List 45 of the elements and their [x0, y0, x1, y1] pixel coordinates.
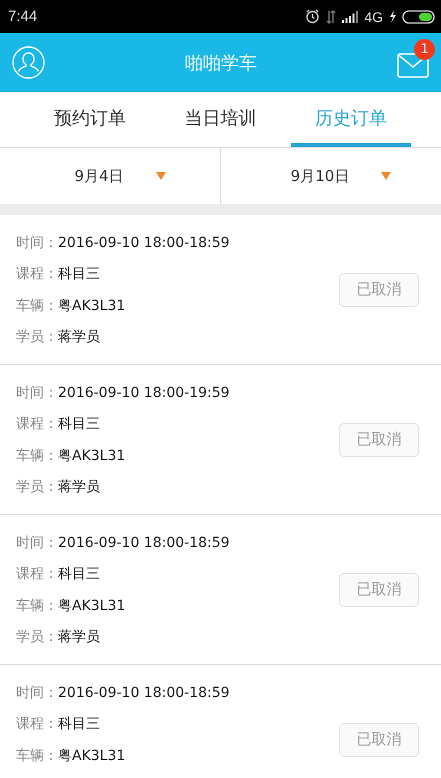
field-value: 2016-09-10 18:00-18:59	[58, 534, 230, 551]
charging-icon	[389, 10, 396, 23]
field-label: 学员：	[16, 628, 58, 646]
field-label: 学员：	[16, 478, 58, 496]
tab[interactable]: 当日培训	[160, 92, 281, 147]
field-label: 课程：	[16, 715, 58, 734]
field-label: 车辆：	[16, 446, 58, 465]
field-value: 粤AK3L31	[58, 746, 126, 765]
field-value: 2016-09-10 18:00-19:59	[58, 384, 230, 401]
data-arrows-icon	[326, 10, 336, 24]
field-value: 2016-09-10 18:00-18:59	[58, 684, 230, 701]
network-type: 4G	[364, 8, 383, 24]
mail-icon[interactable]	[397, 53, 429, 78]
dropdown-triangle-icon	[381, 172, 392, 180]
signal-icon	[342, 10, 358, 22]
battery-icon	[402, 10, 435, 24]
field-value: 粤AK3L31	[58, 446, 126, 465]
field-value: 粤AK3L31	[58, 596, 126, 615]
field-value: 粤AK3L31	[58, 296, 126, 315]
dropdown-triangle-icon	[156, 172, 166, 180]
app-title: 啪啪学车	[185, 52, 257, 74]
field-label: 时间：	[16, 534, 58, 552]
alarm-icon	[305, 9, 320, 24]
field-label: 车辆：	[16, 296, 58, 315]
clock-time: 7:44	[8, 8, 38, 25]
field-label: 学员：	[16, 328, 58, 346]
field-value: 蒋学员	[58, 478, 100, 496]
tab[interactable]: 预约订单	[30, 92, 150, 147]
field-value: 科目三	[58, 265, 100, 284]
field-label: 时间：	[16, 234, 58, 252]
field-value: 2016-09-10 18:00-18:59	[58, 234, 230, 251]
avatar-icon[interactable]	[12, 46, 45, 79]
field-value: 蒋学员	[58, 328, 100, 346]
field-value: 科目三	[58, 415, 100, 434]
field-value: 科目三	[58, 565, 100, 584]
notification-badge: 1	[414, 39, 435, 60]
field-label: 时间：	[16, 384, 58, 402]
field-value: 科目三	[58, 715, 100, 734]
field-label: 课程：	[16, 265, 58, 284]
field-label: 时间：	[16, 684, 58, 702]
field-label: 课程：	[16, 415, 58, 434]
field-value: 蒋学员	[58, 628, 100, 646]
field-label: 车辆：	[16, 746, 58, 765]
field-label: 课程：	[16, 565, 58, 584]
field-label: 车辆：	[16, 596, 58, 615]
